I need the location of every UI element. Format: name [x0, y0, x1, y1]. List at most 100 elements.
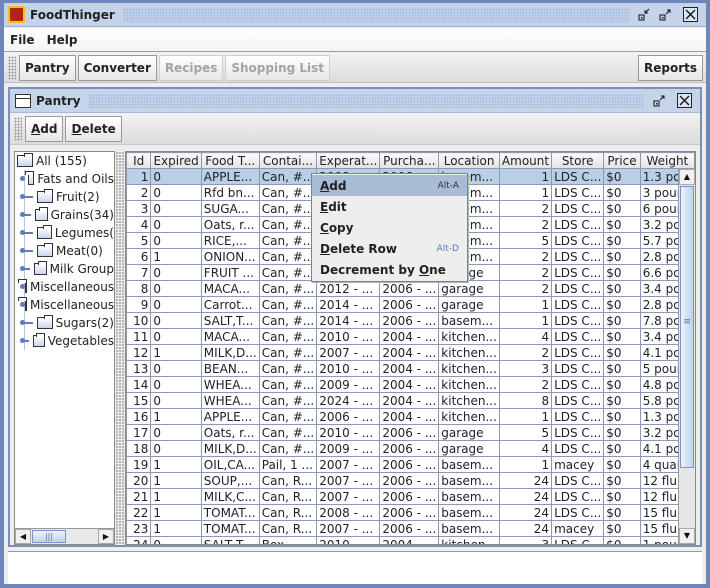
table-cell[interactable]: $0 — [603, 232, 641, 249]
table-cell[interactable]: 2006 - ... — [316, 408, 381, 425]
table-cell[interactable]: 24 — [498, 504, 553, 521]
table-cell[interactable]: LDS C... — [551, 360, 605, 377]
context-menu-item[interactable]: Edit — [312, 196, 467, 217]
table-cell[interactable]: ONION... — [200, 248, 260, 265]
table-cell[interactable]: 2006 - ... — [379, 424, 440, 441]
table-cell[interactable]: $0 — [603, 328, 641, 345]
table-cell[interactable]: 24 — [498, 472, 553, 489]
recipes-button[interactable]: Recipes — [158, 54, 224, 81]
table-cell[interactable]: 0 — [150, 296, 202, 313]
table-cell[interactable]: WHEA... — [200, 376, 260, 393]
table-cell[interactable]: 24 — [126, 536, 152, 544]
table-cell[interactable]: LDS C... — [551, 312, 605, 329]
table-cell[interactable]: $0 — [603, 344, 641, 361]
table-cell[interactable]: LDS C... — [551, 264, 605, 281]
table-cell[interactable]: Can, R... — [258, 504, 318, 521]
table-cell[interactable]: TOMAT... — [200, 504, 260, 521]
table-cell[interactable]: 6 — [126, 248, 152, 265]
column-header[interactable]: Expired — [150, 152, 202, 169]
table-cell[interactable]: Can, R... — [258, 488, 318, 505]
table-cell[interactable]: Carrot... — [200, 296, 260, 313]
table-cell[interactable]: 4 — [126, 216, 152, 233]
table-cell[interactable]: 0 — [150, 440, 202, 457]
table-cell[interactable]: $0 — [603, 408, 641, 425]
table-cell[interactable]: $0 — [603, 184, 641, 201]
table-cell[interactable]: 2006 - ... — [379, 520, 440, 537]
table-cell[interactable]: LDS C... — [551, 280, 605, 297]
table-cell[interactable]: Can, #... — [258, 184, 318, 201]
table-cell[interactable]: 1 — [498, 312, 553, 329]
table-cell[interactable]: basem... — [438, 520, 500, 537]
table-cell[interactable]: SALT,T... — [200, 312, 260, 329]
table-cell[interactable]: 16 — [126, 408, 152, 425]
context-menu-item[interactable]: Add Alt-A — [312, 175, 467, 196]
table-row[interactable]: 12 1 MILK,D... Can, #... 2007 - ... 2004 - ..… — [126, 344, 695, 361]
table-cell[interactable]: Box — [258, 536, 318, 544]
tree-node[interactable]: Vegetables — [15, 332, 114, 350]
table-cell[interactable]: 2004 - ... — [379, 392, 440, 409]
table-cell[interactable]: Rfd bn... — [200, 184, 260, 201]
table-row[interactable]: 15 0 WHEA... Can, #... 2024 - ... 2004 - ... k… — [126, 392, 695, 409]
column-header[interactable]: Weight — [639, 152, 695, 169]
column-header[interactable]: Price — [603, 152, 641, 169]
table-row[interactable]: 11 0 MACA... Can, #... 2010 - ... 2004 - ... k… — [126, 328, 695, 345]
tree-node[interactable]: Milk Group — [15, 260, 114, 278]
tree-node[interactable]: Miscellaneous — [15, 278, 114, 296]
table-cell[interactable]: 1 — [150, 456, 202, 473]
table-row[interactable]: 9 0 Carrot... Can, #... 2014 - ... 2006 - ...… — [126, 296, 695, 313]
table-cell[interactable]: 1 — [150, 520, 202, 537]
table-cell[interactable]: $0 — [603, 360, 641, 377]
table-cell[interactable]: 2007 - ... — [316, 472, 381, 489]
scroll-left-icon[interactable]: ◀ — [15, 529, 31, 544]
table-cell[interactable]: 0 — [150, 360, 202, 377]
table-row[interactable]: 24 0 SALT,T... Box 2010 - ... 2004 - ... kitch… — [126, 536, 695, 544]
table-cell[interactable]: 13 — [126, 360, 152, 377]
table-row[interactable]: 19 1 OIL,CA... Pail, 1 ... 2007 - ... 2006 - … — [126, 456, 695, 473]
converter-button[interactable]: Converter — [77, 54, 157, 81]
table-cell[interactable]: 1 — [150, 488, 202, 505]
tree-expand-handle-icon[interactable] — [19, 176, 26, 181]
table-cell[interactable]: MILK,C... — [200, 488, 260, 505]
table-cell[interactable]: 12 — [126, 344, 152, 361]
table-cell[interactable]: $0 — [603, 440, 641, 457]
table-cell[interactable]: APPLE... — [200, 168, 260, 185]
table-cell[interactable]: 2 — [498, 248, 553, 265]
table-cell[interactable]: MILK,D... — [200, 344, 260, 361]
table-cell[interactable]: 2004 - ... — [379, 536, 440, 544]
table-cell[interactable]: 0 — [150, 536, 202, 544]
minimize-icon[interactable] — [637, 7, 652, 22]
table-cell[interactable]: $0 — [603, 376, 641, 393]
table-cell[interactable]: LDS C... — [551, 232, 605, 249]
table-cell[interactable]: 2 — [498, 376, 553, 393]
table-cell[interactable]: LDS C... — [551, 168, 605, 185]
tree-node-all[interactable]: All (155) — [15, 152, 114, 170]
table-cell[interactable]: kitchen... — [438, 392, 500, 409]
table-cell[interactable]: 23 — [126, 520, 152, 537]
table-cell[interactable]: LDS C... — [551, 536, 605, 544]
table-cell[interactable]: kitchen... — [438, 408, 500, 425]
tree-horizontal-scrollbar[interactable]: ◀ ||| ▶ — [15, 528, 114, 544]
table-cell[interactable]: 8 — [498, 392, 553, 409]
table-cell[interactable]: Can, #... — [258, 200, 318, 217]
table-cell[interactable]: 20 — [126, 472, 152, 489]
table-cell[interactable]: 14 — [126, 376, 152, 393]
table-cell[interactable]: Oats, r... — [200, 424, 260, 441]
table-cell[interactable]: 2 — [498, 216, 553, 233]
tree-expand-handle-icon[interactable] — [20, 230, 33, 235]
tree-expand-handle-icon[interactable] — [20, 248, 33, 253]
table-cell[interactable]: 0 — [150, 328, 202, 345]
table-cell[interactable]: 0 — [150, 424, 202, 441]
table-cell[interactable]: 5 — [498, 232, 553, 249]
table-cell[interactable]: 24 — [498, 488, 553, 505]
table-row[interactable]: 13 0 BEAN... Can, #... 2010 - ... 2004 - ... k… — [126, 360, 695, 377]
table-cell[interactable]: LDS C... — [551, 408, 605, 425]
table-cell[interactable]: $0 — [603, 200, 641, 217]
table-row[interactable]: 17 0 Oats, r... Can, #... 2010 - ... 2006 - .… — [126, 424, 695, 441]
table-cell[interactable]: $0 — [603, 424, 641, 441]
table-cell[interactable]: 1 — [498, 184, 553, 201]
table-cell[interactable]: 0 — [150, 232, 202, 249]
table-cell[interactable]: 2024 - ... — [316, 392, 381, 409]
table-cell[interactable]: 3 — [126, 200, 152, 217]
table-cell[interactable]: 2006 - ... — [379, 472, 440, 489]
table-row[interactable]: 18 0 MILK,D... Can, #... 2009 - ... 2006 - ..… — [126, 440, 695, 457]
